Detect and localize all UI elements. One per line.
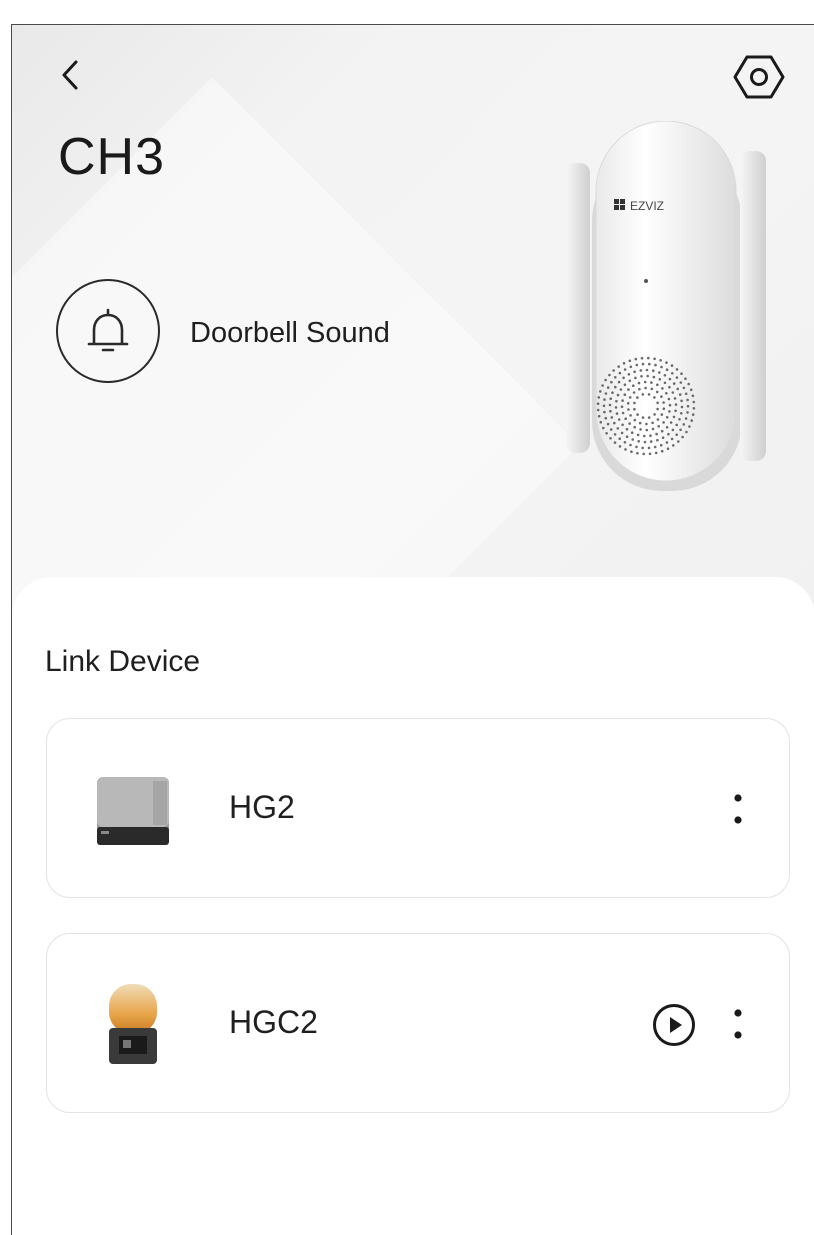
device-card-hg2[interactable]: HG2 <box>46 718 790 898</box>
device-detail-screen: CH3 Doorbell Sound EZVIZ Link Device HG2… <box>11 24 814 1235</box>
more-vertical-icon <box>734 1009 742 1039</box>
play-button[interactable] <box>649 1000 699 1050</box>
chevron-left-icon <box>62 60 78 90</box>
more-options-button[interactable] <box>723 996 753 1052</box>
gateway-device-image <box>97 777 169 845</box>
hero-section: CH3 Doorbell Sound EZVIZ <box>12 25 814 625</box>
brand-label: EZVIZ <box>630 199 664 213</box>
more-options-button[interactable] <box>723 781 753 837</box>
device-card-hgc2[interactable]: HGC2 <box>46 933 790 1113</box>
chime-device-image: EZVIZ <box>566 121 766 491</box>
back-button[interactable] <box>52 55 88 95</box>
doorbell-sound-label: Doorbell Sound <box>190 317 390 349</box>
doorbell-sound-button[interactable] <box>56 279 160 383</box>
hexagon-settings-icon <box>733 55 785 99</box>
more-vertical-icon <box>734 794 742 824</box>
section-title: Link Device <box>45 645 201 678</box>
settings-button[interactable] <box>730 51 788 103</box>
bell-icon <box>87 308 129 352</box>
lamp-device-image <box>109 984 157 1064</box>
play-circle-icon <box>653 1004 695 1046</box>
page-title: CH3 <box>58 128 166 186</box>
device-name: HGC2 <box>229 1004 318 1040</box>
device-name: HG2 <box>229 789 295 825</box>
